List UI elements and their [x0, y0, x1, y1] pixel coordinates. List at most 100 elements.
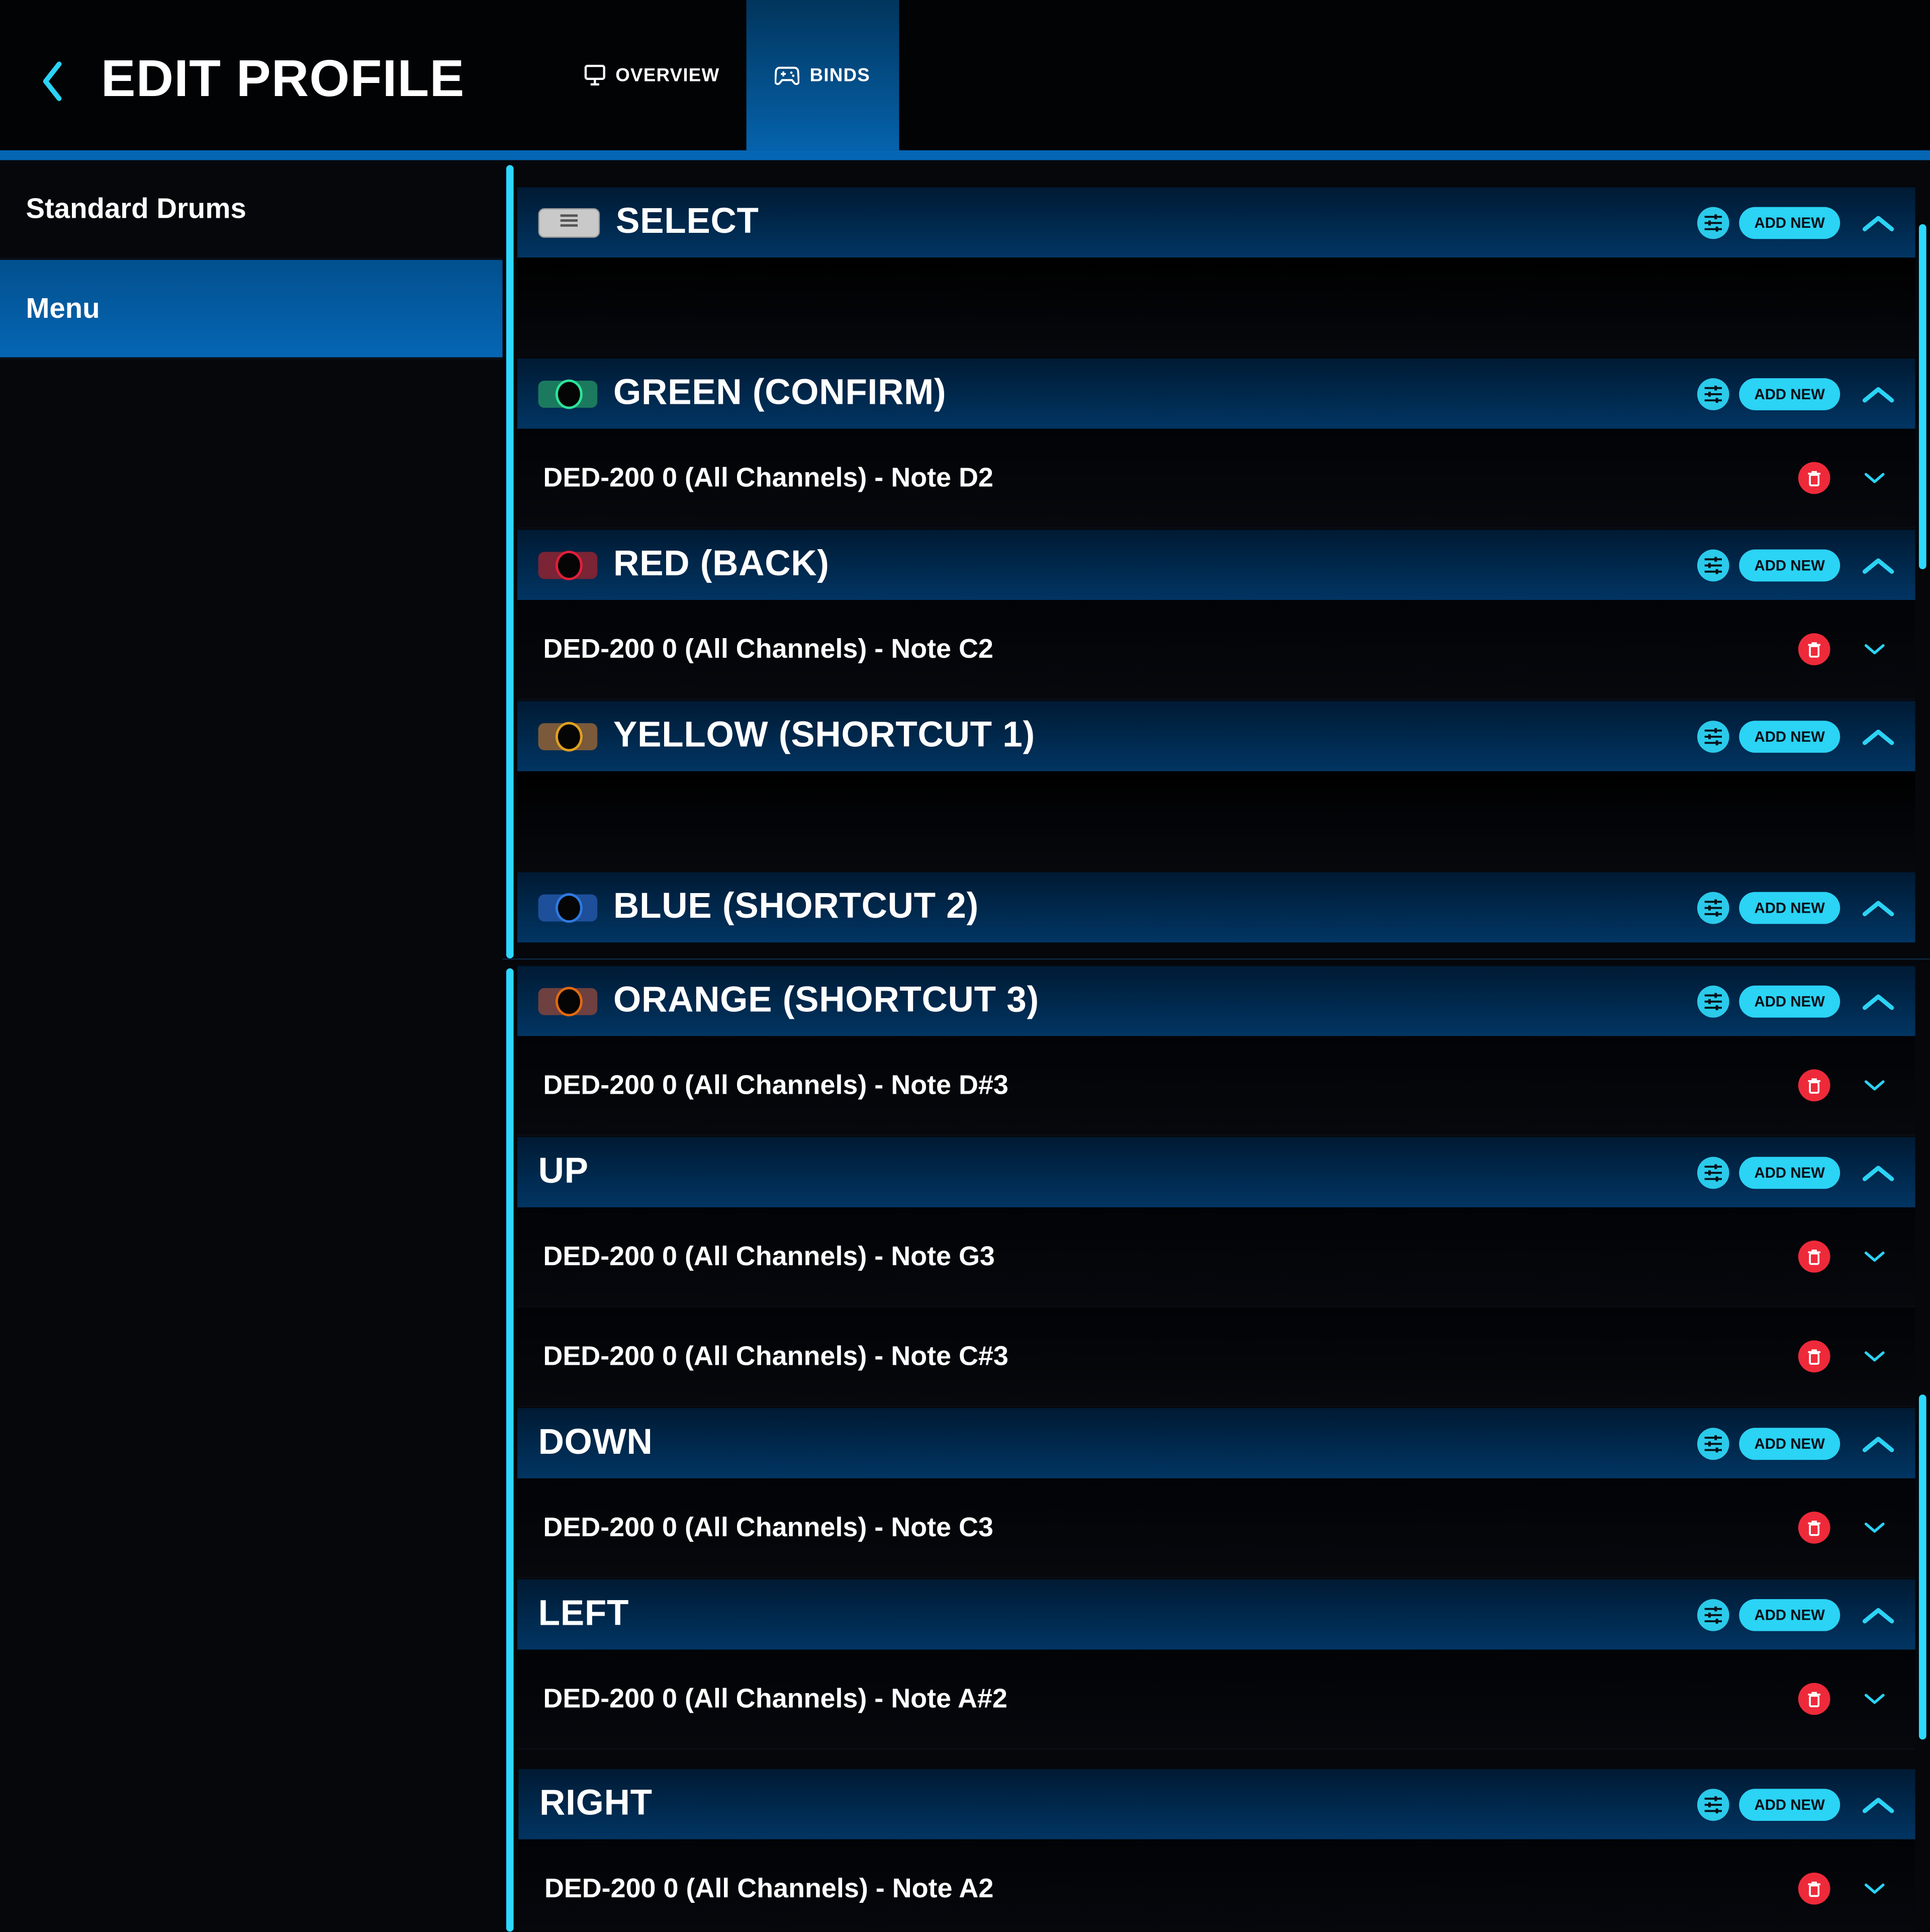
content-scrollbar[interactable]	[1918, 224, 1926, 569]
section-actions: ADD NEW	[1697, 872, 1915, 943]
sidebar-item-label: Menu	[26, 292, 100, 324]
chevron-down-icon[interactable]	[1864, 1349, 1886, 1364]
add-new-button[interactable]: ADD NEW	[1739, 720, 1841, 752]
delete-bind-button[interactable]	[1798, 1241, 1830, 1273]
configure-button[interactable]	[1697, 549, 1729, 581]
add-new-button[interactable]: ADD NEW	[1739, 1788, 1841, 1820]
trash-icon	[1808, 1349, 1820, 1364]
trash-icon	[1808, 1249, 1820, 1265]
bind-row: DED-200 0 (All Channels) - Note C2	[517, 600, 1915, 700]
chevron-up-icon[interactable]	[1860, 1160, 1896, 1185]
configure-button[interactable]	[1697, 377, 1729, 410]
tab-label: OVERVIEW	[615, 64, 720, 86]
section-header: SELECT ADD NEW	[517, 187, 1915, 258]
configure-button[interactable]	[1697, 891, 1729, 924]
empty-binds-area	[517, 771, 1915, 871]
section-actions: ADD NEW	[1697, 1769, 1915, 1839]
section-title: YELLOW (SHORTCUT 1)	[613, 716, 1035, 755]
chevron-up-icon[interactable]	[1860, 1431, 1896, 1456]
sidebar-scrollbar[interactable]	[506, 165, 514, 959]
bind-row: DED-200 0 (All Channels) - Note A2	[518, 1839, 1915, 1932]
bind-section: DOWN ADD NEW DED-200 0 (All Channels) - No…	[517, 1408, 1915, 1578]
add-new-button[interactable]: ADD NEW	[1739, 206, 1841, 239]
bind-label: DED-200 0 (All Channels) - Note A2	[544, 1872, 994, 1904]
section-header: RIGHT ADD NEW	[518, 1769, 1915, 1839]
bind-row: DED-200 0 (All Channels) - Note G3	[517, 1207, 1915, 1307]
chevron-up-icon[interactable]	[1860, 895, 1896, 920]
chevron-up-icon[interactable]	[1860, 1792, 1896, 1816]
chevron-down-icon[interactable]	[1864, 1078, 1886, 1093]
section-title: ORANGE (SHORTCUT 3)	[613, 981, 1039, 1020]
section-actions: ADD NEW	[1697, 359, 1915, 429]
bind-row: DED-200 0 (All Channels) - Note D#3	[517, 1036, 1915, 1136]
add-new-button[interactable]: ADD NEW	[1739, 377, 1841, 410]
add-new-button[interactable]: ADD NEW	[1739, 1427, 1841, 1459]
chevron-down-icon[interactable]	[1864, 642, 1886, 656]
content-scrollbar[interactable]	[1918, 1394, 1926, 1740]
delete-bind-button[interactable]	[1798, 462, 1830, 494]
configure-button[interactable]	[1697, 985, 1729, 1017]
section-title: UP	[538, 1152, 589, 1192]
header-divider	[0, 150, 1930, 160]
section-actions: ADD NEW	[1697, 530, 1915, 600]
section-title: BLUE (SHORTCUT 2)	[613, 887, 979, 927]
delete-bind-button[interactable]	[1798, 1069, 1830, 1102]
section-header: BLUE (SHORTCUT 2) ADD NEW	[517, 872, 1915, 943]
delete-bind-button[interactable]	[1798, 1872, 1830, 1905]
configure-button[interactable]	[1697, 1427, 1729, 1459]
binds-panel: SELECT ADD NEW GREEN (CONFIRM) ADD NEW DED-2…	[517, 187, 1915, 958]
chevron-up-icon[interactable]	[1860, 553, 1896, 577]
tab-binds[interactable]: BINDS	[746, 0, 899, 150]
bind-label: DED-200 0 (All Channels) - Note C3	[543, 1512, 993, 1543]
section-actions: ADD NEW	[1697, 1408, 1915, 1478]
chevron-down-icon[interactable]	[1864, 1520, 1886, 1535]
configure-button[interactable]	[1697, 1156, 1729, 1188]
delete-bind-button[interactable]	[1798, 1340, 1830, 1373]
section-header: GREEN (CONFIRM) ADD NEW	[517, 358, 1915, 429]
bind-section: SELECT ADD NEW	[517, 187, 1915, 358]
chevron-up-icon[interactable]	[1860, 1602, 1896, 1627]
tab-overview[interactable]: OVERVIEW	[569, 0, 734, 150]
chevron-down-icon[interactable]	[1864, 1249, 1886, 1264]
section-header: RED (BACK) ADD NEW	[517, 530, 1915, 600]
sidebar-item-standard-drums[interactable]: Standard Drums	[0, 160, 503, 260]
tab-label: BINDS	[809, 64, 871, 86]
add-new-button[interactable]: ADD NEW	[1739, 1156, 1841, 1188]
add-new-button[interactable]: ADD NEW	[1739, 891, 1841, 924]
section-title: DOWN	[538, 1423, 653, 1463]
section-header: UP ADD NEW	[517, 1137, 1915, 1207]
chevron-down-icon[interactable]	[1864, 1881, 1886, 1896]
bind-section: ORANGE (SHORTCUT 3) ADD NEW DED-200 0 (All…	[517, 965, 1915, 1136]
trash-icon	[1808, 1881, 1820, 1897]
chevron-down-icon[interactable]	[1864, 471, 1886, 485]
chevron-down-icon[interactable]	[1864, 1692, 1886, 1706]
delete-bind-button[interactable]	[1798, 1683, 1830, 1715]
bind-section: RIGHT ADD NEW DED-200 0 (All Channels) - N…	[518, 1769, 1915, 1932]
sidebar-scrollbar[interactable]	[506, 968, 514, 1932]
configure-button[interactable]	[1697, 1788, 1729, 1820]
sidebar-item-menu[interactable]: Menu	[0, 259, 503, 360]
configure-button[interactable]	[1697, 1598, 1729, 1631]
chevron-up-icon[interactable]	[1860, 724, 1896, 748]
chevron-left-icon[interactable]	[37, 59, 69, 104]
chevron-up-icon[interactable]	[1860, 989, 1896, 1013]
chevron-up-icon[interactable]	[1860, 381, 1896, 406]
sliders-icon	[1704, 1434, 1722, 1452]
chevron-up-icon[interactable]	[1860, 210, 1896, 235]
panel-divider	[502, 958, 1930, 960]
add-new-button[interactable]: ADD NEW	[1739, 549, 1841, 581]
configure-button[interactable]	[1697, 206, 1729, 239]
add-new-button[interactable]: ADD NEW	[1739, 985, 1841, 1017]
button-swatch-icon	[538, 892, 598, 922]
delete-bind-button[interactable]	[1798, 1512, 1830, 1544]
delete-bind-button[interactable]	[1798, 633, 1830, 665]
trash-icon	[1808, 1691, 1820, 1707]
bind-section: UP ADD NEW DED-200 0 (All Channels) - Note…	[517, 1137, 1915, 1407]
empty-binds-area	[517, 257, 1915, 358]
bind-label: DED-200 0 (All Channels) - Note D2	[543, 462, 993, 493]
sliders-icon	[1704, 1795, 1722, 1813]
add-new-button[interactable]: ADD NEW	[1739, 1598, 1841, 1631]
section-header: DOWN ADD NEW	[517, 1408, 1915, 1478]
configure-button[interactable]	[1697, 720, 1729, 752]
section-actions: ADD NEW	[1697, 1137, 1915, 1207]
